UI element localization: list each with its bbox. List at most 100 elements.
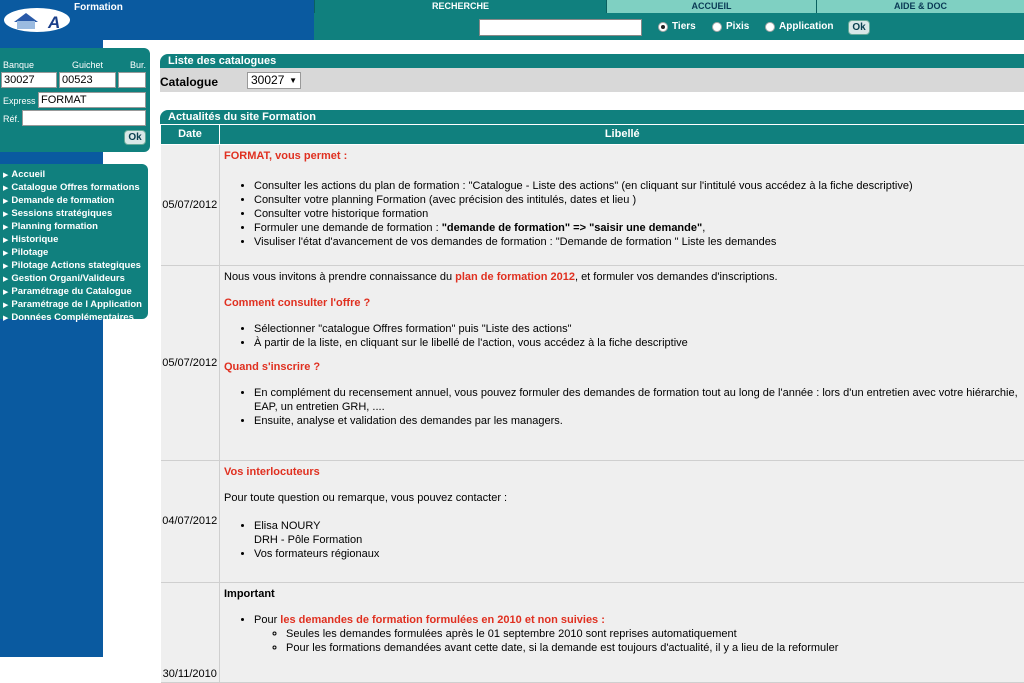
radio-button-icon[interactable]	[712, 22, 722, 32]
table-row: 05/07/2012 Nous vous invitons à prendre …	[161, 265, 1024, 460]
menu-item-pilotage-actions[interactable]: ▶Pilotage Actions stategiques	[0, 260, 148, 273]
list-item: Pour les demandes de formation formulées…	[254, 613, 1024, 655]
radio-application[interactable]: Application	[765, 21, 833, 32]
sidebar-menu: ▶Accueil ▶Catalogue Offres formations ▶D…	[0, 164, 148, 319]
radio-pixis[interactable]: Pixis	[712, 21, 749, 32]
bank-ok-button[interactable]: Ok	[124, 130, 146, 145]
list-item: Formuler une demande de formation : "dem…	[254, 221, 1024, 235]
row-subtitle: Quand s'inscrire ?	[224, 360, 1024, 374]
menu-item-historique[interactable]: ▶Historique	[0, 234, 148, 247]
tab-recherche[interactable]: RECHERCHE	[314, 0, 606, 13]
col-label-header: Libellé	[220, 125, 1024, 144]
sub-list: Seules les demandes formulées après le 0…	[254, 627, 1024, 655]
arrow-right-icon: ▶	[3, 302, 8, 309]
menu-item-demande[interactable]: ▶Demande de formation	[0, 195, 148, 208]
bur-field[interactable]	[118, 72, 146, 88]
bullet-list: Sélectionner "catalogue Offres formation…	[224, 322, 1024, 350]
search-input[interactable]	[479, 19, 642, 36]
arrow-right-icon: ▶	[3, 198, 8, 205]
list-item: Pour les formations demandées avant cett…	[286, 641, 1024, 655]
menu-item-catalogue[interactable]: ▶Catalogue Offres formations	[0, 182, 148, 195]
row-date: 05/07/2012	[161, 144, 220, 265]
bullet-list: Consulter les actions du plan de formati…	[224, 179, 1024, 249]
arrow-right-icon: ▶	[3, 224, 8, 231]
menu-item-param-catalogue[interactable]: ▶Paramétrage du Catalogue	[0, 286, 148, 299]
chevron-down-icon: ▼	[289, 73, 297, 88]
link-plan-formation[interactable]: plan de formation 2012	[455, 271, 575, 283]
radio-application-label: Application	[779, 21, 833, 32]
radio-button-icon[interactable]	[765, 22, 775, 32]
house-logo-icon: A	[4, 8, 70, 32]
row-subtitle: Comment consulter l'offre ?	[224, 296, 1024, 310]
menu-item-gestion[interactable]: ▶Gestion Organi/Valideurs	[0, 273, 148, 286]
top-tabs: RECHERCHE ACCUEIL AIDE & DOC	[314, 0, 1024, 13]
arrow-right-icon: ▶	[3, 172, 8, 179]
arrow-right-icon: ▶	[3, 289, 8, 296]
row-title: FORMAT, vous permet :	[224, 149, 1024, 163]
bur-label: Bur.	[130, 60, 146, 70]
banque-label: Banque	[3, 60, 34, 70]
news-table: Date Libellé 05/07/2012 FORMAT, vous per…	[160, 125, 1024, 683]
list-item: À partir de la liste, en cliquant sur le…	[254, 336, 1024, 350]
banque-field[interactable]: 30027	[1, 72, 57, 88]
radio-tiers-label: Tiers	[672, 21, 696, 32]
row-title: Important	[224, 587, 1024, 601]
row-content: Nous vous invitons à prendre connaissanc…	[220, 265, 1024, 460]
arrow-right-icon: ▶	[3, 276, 8, 283]
col-date-header: Date	[161, 125, 220, 144]
menu-item-donnees[interactable]: ▶Données Complémentaires	[0, 312, 148, 325]
radio-button-icon[interactable]	[658, 22, 668, 32]
express-field[interactable]: FORMAT	[38, 92, 146, 108]
arrow-right-icon: ▶	[3, 250, 8, 257]
arrow-right-icon: ▶	[3, 185, 8, 192]
app-title: Formation	[74, 2, 123, 13]
list-item: Sélectionner "catalogue Offres formation…	[254, 322, 1024, 336]
list-item: Elisa NOURYDRH - Pôle Formation	[254, 519, 1024, 547]
bullet-list: Pour les demandes de formation formulées…	[224, 613, 1024, 655]
menu-item-accueil[interactable]: ▶Accueil	[0, 169, 148, 182]
menu-item-planning[interactable]: ▶Planning formation	[0, 221, 148, 234]
table-header-row: Date Libellé	[161, 125, 1024, 144]
radio-pixis-label: Pixis	[726, 21, 749, 32]
tab-accueil[interactable]: ACCUEIL	[606, 0, 816, 13]
row-content: FORMAT, vous permet : Consulter les acti…	[220, 144, 1024, 265]
app-logo[interactable]: A	[4, 8, 70, 32]
row-title: Vos interlocuteurs	[224, 465, 1024, 479]
catalogue-label: Catalogue	[160, 75, 218, 89]
menu-item-sessions[interactable]: ▶Sessions stratégiques	[0, 208, 148, 221]
row-date: 04/07/2012	[161, 460, 220, 582]
menu-item-pilotage[interactable]: ▶Pilotage	[0, 247, 148, 260]
tab-aide-doc[interactable]: AIDE & DOC	[816, 0, 1024, 13]
express-label: Express	[3, 96, 36, 106]
row-intro: Nous vous invitons à prendre connaissanc…	[224, 270, 1024, 284]
guichet-field[interactable]: 00523	[59, 72, 116, 88]
ref-field[interactable]	[22, 110, 146, 126]
bank-panel: Banque Guichet Bur. 30027 00523 Express …	[0, 48, 150, 152]
radio-tiers[interactable]: Tiers	[658, 21, 696, 32]
bullet-list: Elisa NOURYDRH - Pôle Formation Vos form…	[224, 519, 1024, 561]
search-ok-button[interactable]: Ok	[848, 20, 870, 35]
list-item: Vos formateurs régionaux	[254, 547, 1024, 561]
menu-item-param-application[interactable]: ▶Paramétrage de l Application	[0, 299, 148, 312]
list-item: Seules les demandes formulées après le 0…	[286, 627, 1024, 641]
table-row: 04/07/2012 Vos interlocuteurs Pour toute…	[161, 460, 1024, 582]
arrow-right-icon: ▶	[3, 237, 8, 244]
catalogue-row: Catalogue 30027 ▼	[160, 68, 1024, 92]
arrow-right-icon: ▶	[3, 211, 8, 218]
row-content: Vos interlocuteurs Pour toute question o…	[220, 460, 1024, 582]
catalogue-select[interactable]: 30027 ▼	[247, 72, 301, 89]
catalogues-header: Liste des catalogues	[160, 54, 1024, 68]
list-item: Consulter les actions du plan de formati…	[254, 179, 1024, 193]
table-row: 05/07/2012 FORMAT, vous permet : Consult…	[161, 144, 1024, 265]
news-header: Actualités du site Formation	[160, 110, 1024, 124]
table-row: 30/11/2010 Important Pour les demandes d…	[161, 582, 1024, 682]
arrow-right-icon: ▶	[3, 263, 8, 270]
svg-text:A: A	[47, 13, 60, 32]
list-item: Visuliser l'état d'avancement de vos dem…	[254, 235, 1024, 249]
bullet-list: En complément du recensement annuel, vou…	[224, 386, 1024, 428]
list-item: Ensuite, analyse et validation des deman…	[254, 414, 1024, 428]
ref-label: Réf.	[3, 114, 20, 124]
guichet-label: Guichet	[72, 60, 103, 70]
row-intro: Pour toute question ou remarque, vous po…	[224, 491, 1024, 505]
list-item: Consulter votre historique formation	[254, 207, 1024, 221]
